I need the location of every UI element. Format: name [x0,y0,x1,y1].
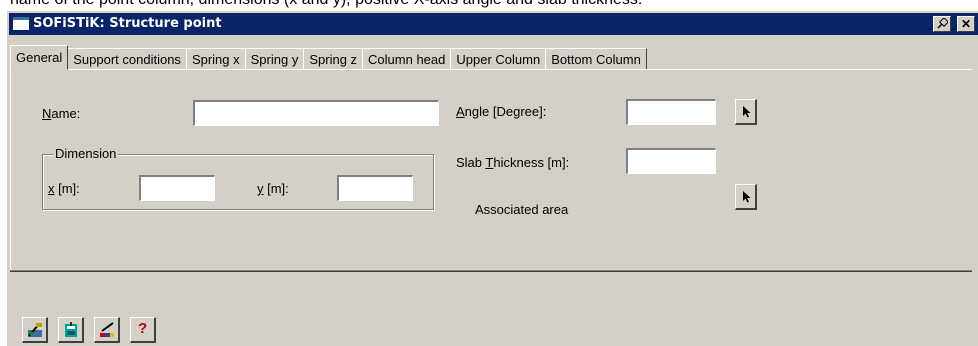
background-caption: name of the point column, dimensions (x … [0,0,978,10]
tab-strip: General Support conditions Spring x Spri… [10,44,647,70]
dimension-title: Dimension [53,146,119,161]
help-button[interactable]: ? [130,317,156,343]
tab-bottom-column[interactable]: Bottom Column [545,48,647,69]
window-title: SOFiSTiK: Structure point [33,16,222,31]
help-icon: ? [138,320,148,337]
pin-icon [937,18,948,29]
cursor-arrow-icon [743,191,751,203]
tab-spring-z[interactable]: Spring z [303,48,364,69]
x-label: x [m]: [48,181,80,196]
database-button[interactable] [58,317,84,343]
x-input[interactable] [139,175,215,201]
slab-thickness-input[interactable] [626,148,716,174]
panel-divider [10,270,972,272]
tab-spring-x[interactable]: Spring x [185,48,246,69]
close-button[interactable]: ✕ [957,16,975,32]
y-input[interactable] [337,175,413,201]
database-icon [65,322,77,337]
tab-support-conditions[interactable]: Support conditions [67,48,187,69]
angle-label: Angle [Degree]: [456,104,547,119]
graphics-button[interactable] [94,317,120,343]
tab-upper-column[interactable]: Upper Column [450,48,547,69]
associated-area-pick-button[interactable] [735,184,757,210]
graphics-icon [100,322,114,337]
angle-pick-button[interactable] [735,99,757,125]
associated-area-label: Associated area [475,202,569,217]
angle-input[interactable] [626,99,716,125]
y-label: y [m]: [257,181,289,196]
tab-column-head[interactable]: Column head [362,48,452,69]
pin-button[interactable] [933,16,951,32]
window-icon [13,17,29,30]
name-input[interactable] [193,100,439,126]
caption-text: name of the point column, dimensions (x … [10,0,642,9]
close-icon: ✕ [960,17,972,31]
tab-general[interactable]: General [10,45,69,70]
apply-icon [28,323,42,337]
slab-thickness-label: Slab Thickness [m]: [456,155,570,170]
apply-button[interactable] [22,317,48,343]
name-label: Name: [42,106,81,121]
title-bar[interactable]: SOFiSTiK: Structure point ✕ [9,13,978,35]
tab-spring-y[interactable]: Spring y [244,48,305,69]
cursor-arrow-icon [743,106,751,118]
